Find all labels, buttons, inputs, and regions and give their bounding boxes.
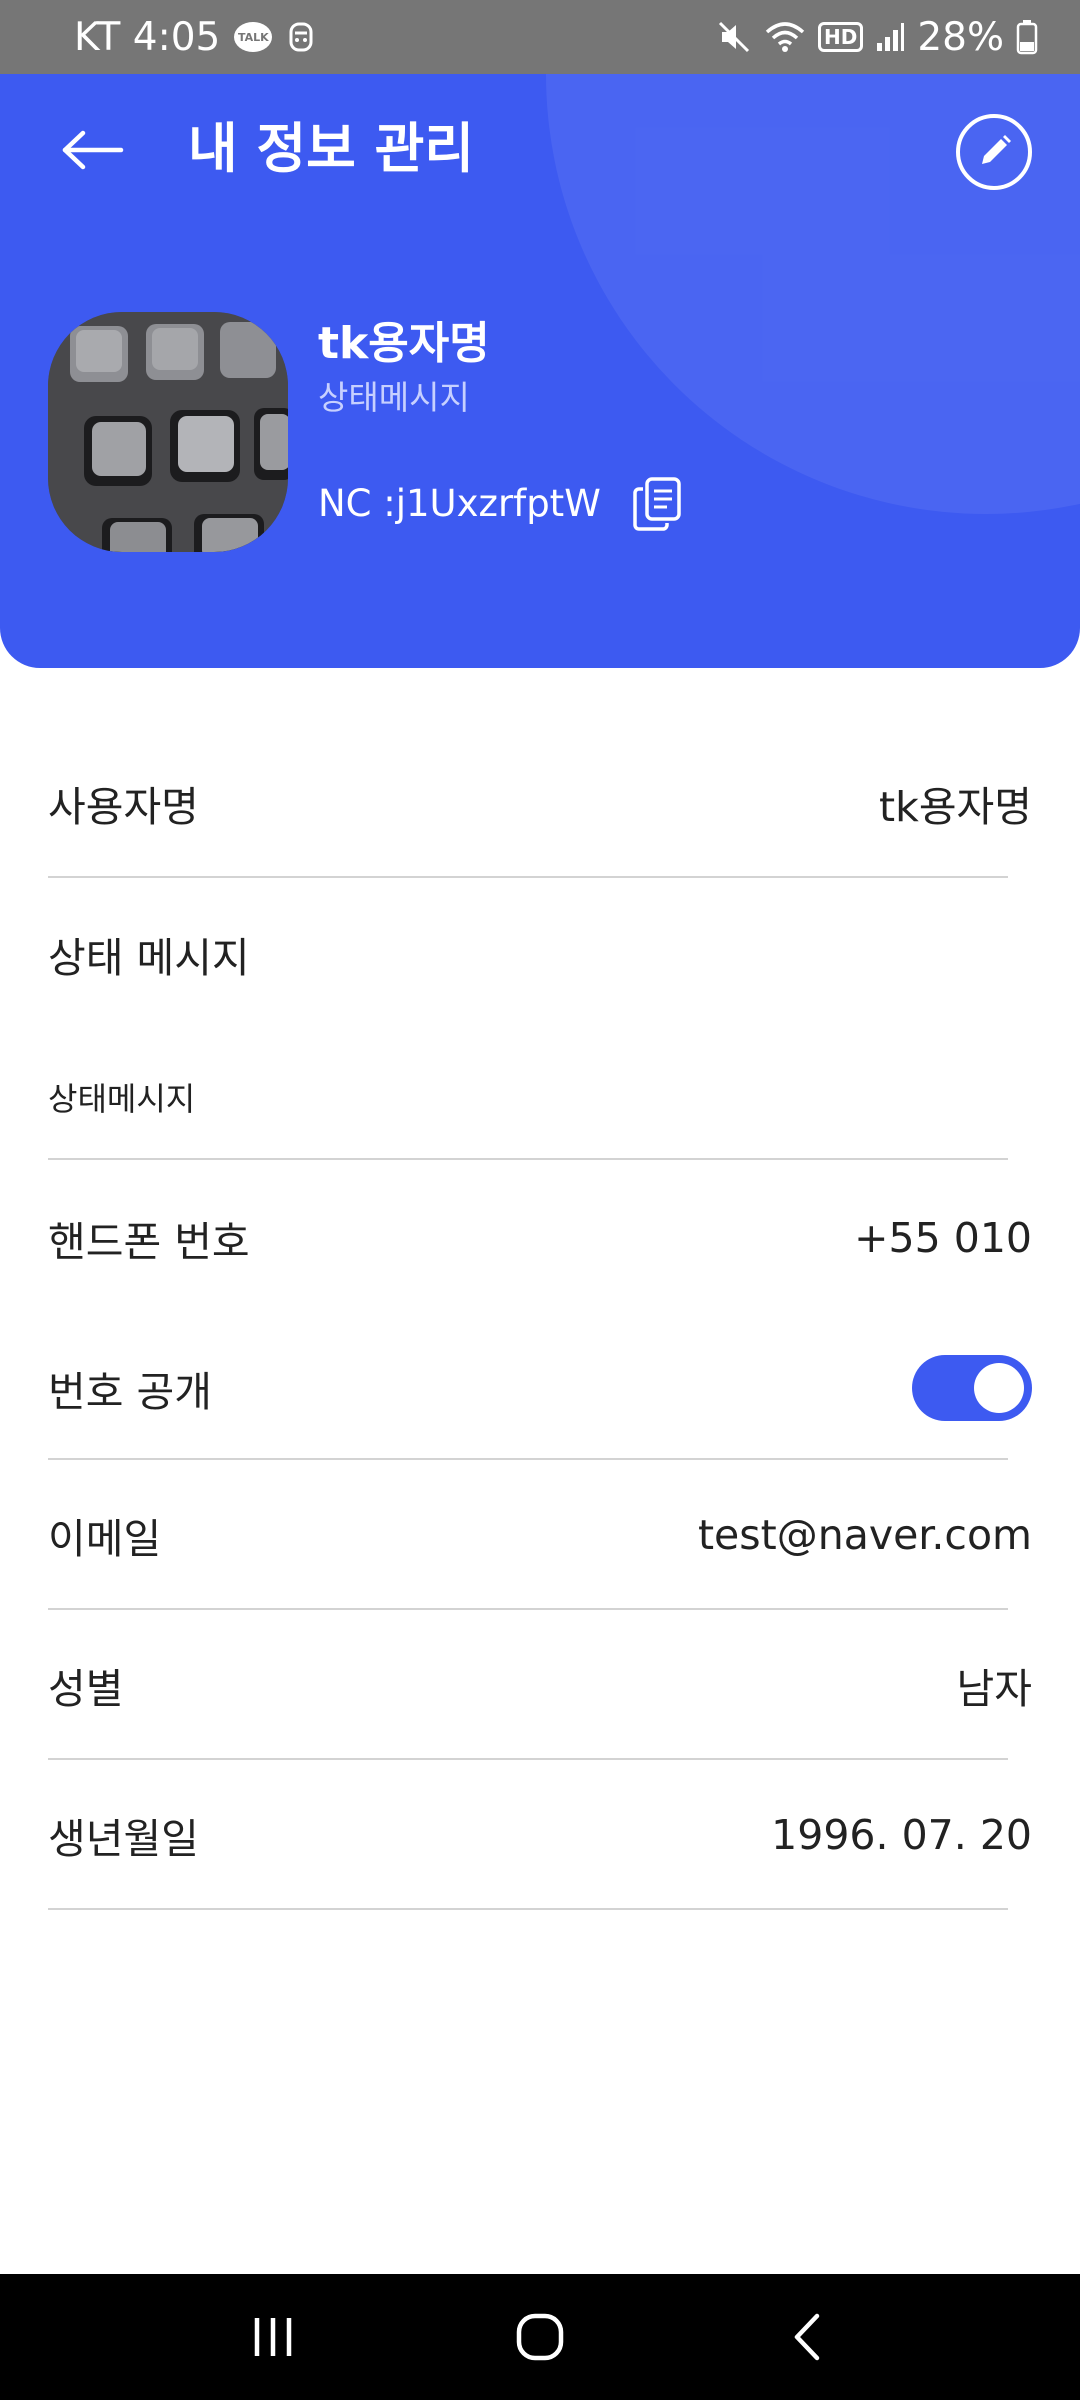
back-button[interactable]	[52, 114, 134, 186]
info-list: 사용자명 tk용자명 상태 메시지 상태메시지 핸드폰 번호 +55 010 번…	[0, 668, 1080, 1910]
phone-value: +55 010	[854, 1214, 1032, 1262]
username-row[interactable]: 사용자명 tk용자명	[0, 668, 1080, 878]
notification-icon	[286, 20, 316, 54]
edit-profile-button[interactable]	[956, 114, 1032, 190]
gender-value: 남자	[956, 1665, 1032, 1713]
copy-nc-code-button[interactable]	[629, 474, 685, 534]
home-button[interactable]	[480, 2287, 600, 2387]
status-message-row[interactable]: 상태 메시지 상태메시지	[0, 878, 1080, 1160]
phone-public-label: 번호 공개	[48, 1368, 212, 1416]
battery-percent: 28%	[917, 14, 1004, 60]
pencil-icon	[982, 135, 1011, 164]
copy-icon	[633, 477, 681, 531]
toggle-knob	[974, 1363, 1024, 1413]
status-bar-left: KT 4:05 TALK	[74, 15, 316, 60]
recent-apps-icon	[255, 2318, 292, 2356]
birthday-label: 생년월일	[48, 1815, 199, 1863]
home-icon	[516, 2313, 564, 2361]
screen: KT 4:05 TALK HD 28% 내 정보 관리 tk용자명 상태메시지 …	[0, 0, 1080, 2400]
battery-icon	[1016, 19, 1038, 55]
gender-label: 성별	[48, 1665, 124, 1713]
nc-code: NC :j1UxzrfptW	[318, 482, 601, 525]
birthday-row[interactable]: 생년월일 1996. 07. 20	[0, 1760, 1080, 1910]
carrier-time: KT 4:05	[74, 14, 221, 60]
phone-public-toggle[interactable]	[912, 1355, 1032, 1421]
arrow-left-icon	[62, 130, 124, 170]
email-label: 이메일	[48, 1515, 162, 1563]
email-row[interactable]: 이메일 test@naver.com	[0, 1460, 1080, 1610]
avatar-keyboard-image	[48, 312, 288, 552]
profile-header: 내 정보 관리 tk용자명 상태메시지 NC:j1UxzrfptW	[0, 74, 1080, 668]
profile-name: tk용자명	[318, 318, 490, 369]
nc-code-row: NC :j1UxzrfptW	[318, 474, 685, 534]
signal-icon	[875, 21, 905, 53]
system-nav-bar	[0, 2274, 1080, 2400]
wifi-icon	[764, 20, 806, 54]
status-message-value: 상태메시지	[48, 1080, 196, 1118]
recent-apps-button[interactable]	[213, 2287, 333, 2387]
username-value: tk용자명	[879, 783, 1032, 831]
mute-icon	[716, 19, 752, 55]
kakaotalk-icon: TALK	[234, 22, 273, 52]
page-title: 내 정보 관리	[188, 117, 474, 180]
phone-label: 핸드폰 번호	[48, 1218, 250, 1266]
status-message-label: 상태 메시지	[48, 934, 250, 982]
back-icon	[794, 2313, 819, 2361]
hd-badge: HD	[817, 22, 864, 52]
email-value: test@naver.com	[697, 1511, 1032, 1559]
gender-row[interactable]: 성별 남자	[0, 1610, 1080, 1760]
birthday-value: 1996. 07. 20	[771, 1811, 1032, 1859]
hd-icon: HD	[817, 22, 864, 52]
status-bar-right: HD 28%	[716, 15, 1038, 60]
phone-row[interactable]: 핸드폰 번호 +55 010	[0, 1160, 1080, 1316]
system-back-button[interactable]	[747, 2287, 867, 2387]
phone-public-row: 번호 공개	[0, 1316, 1080, 1460]
status-bar: KT 4:05 TALK HD 28%	[0, 0, 1080, 74]
profile-status-message: 상태메시지	[318, 378, 470, 417]
avatar[interactable]	[48, 312, 288, 552]
username-label: 사용자명	[48, 783, 199, 831]
